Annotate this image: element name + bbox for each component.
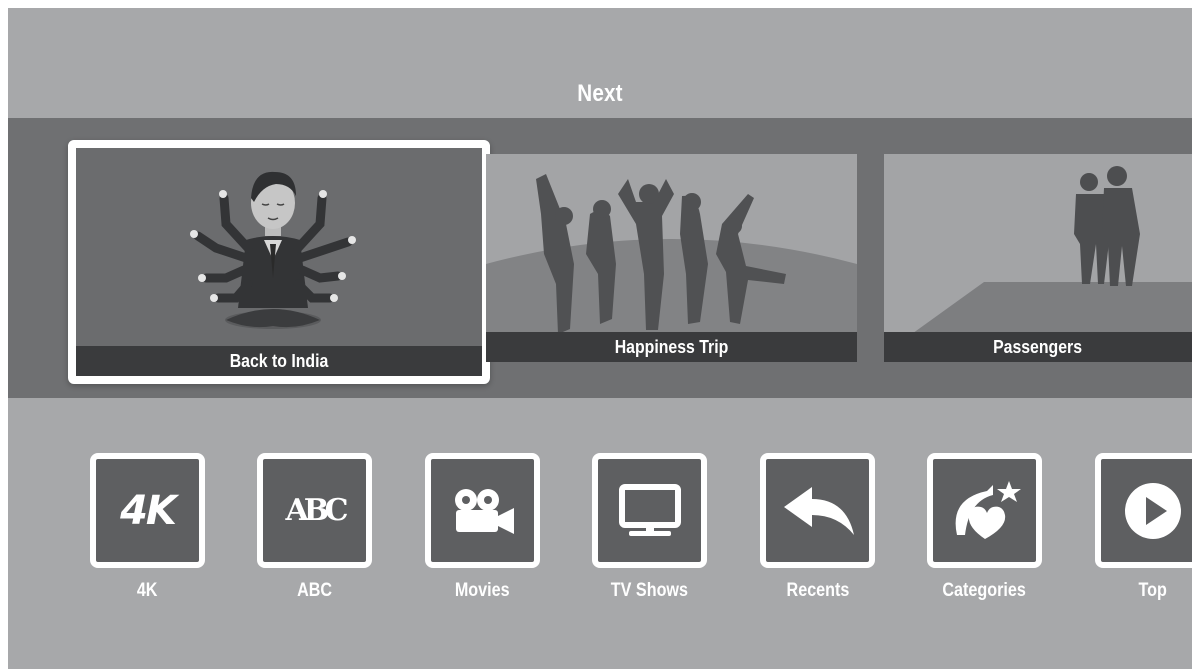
- category-top[interactable]: Top: [1095, 453, 1192, 602]
- 4k-icon: 4K: [120, 487, 177, 534]
- tv-icon: [618, 483, 681, 536]
- category-label: Movies: [455, 580, 510, 601]
- section-title: Next: [577, 80, 623, 107]
- tv-home-screen: Next Back to India Happiness Trip Passen…: [8, 8, 1192, 669]
- category-tile[interactable]: ABC: [257, 453, 372, 568]
- category-tile[interactable]: [927, 453, 1042, 568]
- featured-card-title: Passengers: [884, 332, 1192, 362]
- category-tile[interactable]: [425, 453, 540, 568]
- category-label: Categories: [942, 580, 1027, 601]
- category-recents[interactable]: Recents: [760, 453, 875, 602]
- category-tile[interactable]: 4K: [90, 453, 205, 568]
- featured-card-back-to-india[interactable]: Back to India: [68, 140, 490, 384]
- featured-card-title: Back to India: [76, 346, 482, 376]
- meditating-man-illustration: [76, 148, 482, 376]
- back-arrow-icon: [783, 486, 854, 535]
- category-tile[interactable]: [1095, 453, 1192, 568]
- category-4k[interactable]: 4K 4K: [90, 453, 205, 602]
- featured-card-title: Happiness Trip: [486, 332, 857, 362]
- category-abc[interactable]: ABC ABC: [257, 453, 372, 602]
- couple-silhouette-illustration: [884, 154, 1192, 362]
- category-label: Recents: [786, 580, 849, 601]
- category-categories[interactable]: Categories: [927, 453, 1042, 602]
- category-movies[interactable]: Movies: [425, 453, 540, 602]
- category-label: 4K: [137, 580, 158, 601]
- category-tile[interactable]: [592, 453, 707, 568]
- movie-camera-icon: [454, 488, 514, 534]
- featured-card-passengers[interactable]: Passengers: [884, 154, 1192, 362]
- featured-card-happiness-trip[interactable]: Happiness Trip: [486, 154, 857, 362]
- category-tv-shows[interactable]: TV Shows: [592, 453, 707, 602]
- heart-star-icon: [955, 480, 1021, 539]
- category-label: TV Shows: [610, 580, 689, 601]
- play-icon: [1124, 482, 1181, 539]
- category-tile[interactable]: [760, 453, 875, 568]
- category-label: Top: [1138, 580, 1167, 601]
- abc-icon: ABC: [285, 493, 348, 528]
- category-label: ABC: [296, 580, 332, 601]
- jumping-people-illustration: [486, 154, 857, 362]
